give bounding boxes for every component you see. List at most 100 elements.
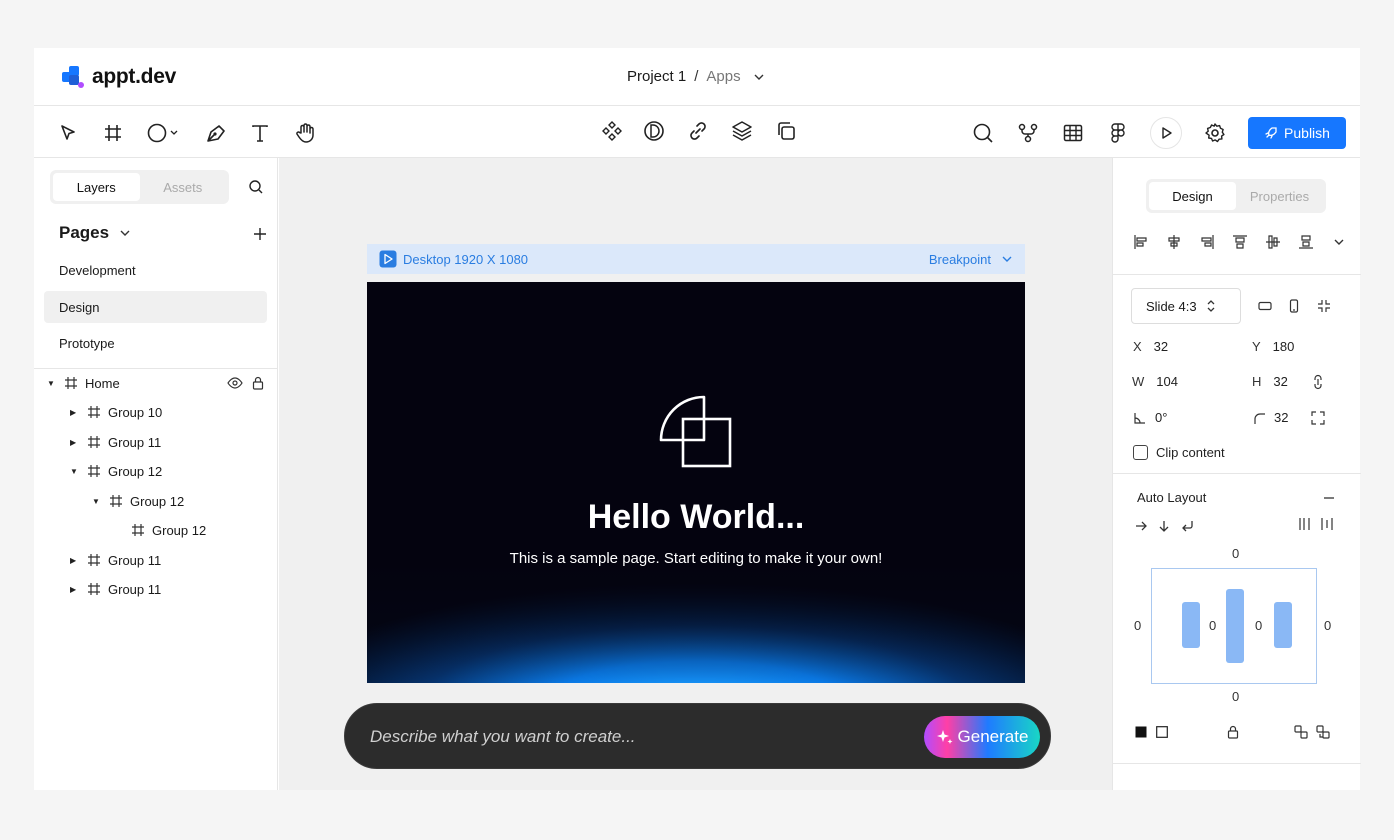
shrink-icon[interactable] bbox=[1310, 292, 1338, 320]
breadcrumb-section[interactable]: Apps bbox=[706, 68, 740, 85]
stroke-color-icon[interactable] bbox=[1152, 718, 1172, 746]
remove-auto-layout-icon[interactable] bbox=[1315, 484, 1343, 512]
lock-icon[interactable] bbox=[1223, 718, 1243, 746]
tree-row-group[interactable]: ▶ Group 11 bbox=[70, 578, 161, 600]
tree-label: Group 12 bbox=[130, 493, 185, 509]
spacing-icon[interactable] bbox=[1317, 510, 1337, 538]
padding-top[interactable]: 0 bbox=[1232, 546, 1239, 561]
search-icon[interactable] bbox=[242, 173, 270, 201]
align-left-icon[interactable] bbox=[1127, 228, 1155, 256]
align-right-icon[interactable] bbox=[1193, 228, 1221, 256]
caret-down-icon[interactable]: ▼ bbox=[92, 497, 102, 506]
contrast-icon[interactable] bbox=[640, 117, 668, 145]
add-page-icon[interactable] bbox=[246, 220, 274, 248]
frame-header[interactable]: Desktop 1920 X 1080 Breakpoint bbox=[367, 244, 1025, 274]
padding-left[interactable]: 0 bbox=[1134, 618, 1141, 633]
align-center-h-icon[interactable] bbox=[1160, 228, 1188, 256]
prompt-input[interactable]: Describe what you want to create... bbox=[370, 727, 636, 747]
w-field[interactable]: W 104 bbox=[1132, 374, 1178, 389]
breadcrumb-project[interactable]: Project 1 bbox=[627, 68, 686, 85]
tab-assets[interactable]: Assets bbox=[140, 173, 227, 201]
caret-right-icon[interactable]: ▶ bbox=[70, 408, 80, 417]
duplicate-icon[interactable] bbox=[772, 117, 800, 145]
chevron-down-icon[interactable] bbox=[753, 71, 765, 83]
rotation-field[interactable]: 0° bbox=[1133, 410, 1167, 425]
tree-row-group[interactable]: ▼ Group 12 bbox=[92, 490, 184, 512]
hero-subtext[interactable]: This is a sample page. Start editing to … bbox=[367, 550, 1025, 567]
tree-row-group[interactable]: ▶ Group 10 bbox=[70, 401, 162, 423]
independent-corners-icon[interactable] bbox=[1304, 404, 1332, 432]
portrait-icon[interactable] bbox=[1280, 292, 1308, 320]
pages-header[interactable]: Pages bbox=[59, 223, 131, 243]
x-field[interactable]: X 32 bbox=[1133, 339, 1168, 354]
search-icon[interactable] bbox=[969, 119, 997, 147]
unlink-layers-icon[interactable] bbox=[1313, 718, 1333, 746]
tab-properties[interactable]: Properties bbox=[1236, 182, 1323, 210]
align-center-v-icon[interactable] bbox=[1259, 228, 1287, 256]
caret-down-icon[interactable]: ▼ bbox=[70, 467, 80, 476]
frame-preset-select[interactable]: Slide 4:3 bbox=[1131, 288, 1241, 324]
settings-icon[interactable] bbox=[1201, 119, 1229, 147]
gap-value[interactable]: 0 bbox=[1255, 618, 1262, 633]
checkbox[interactable] bbox=[1133, 445, 1148, 460]
figma-icon[interactable] bbox=[1104, 119, 1132, 147]
component-icon[interactable] bbox=[598, 117, 626, 145]
page-item-prototype[interactable]: Prototype bbox=[44, 327, 267, 359]
text-icon[interactable] bbox=[246, 119, 274, 147]
arrow-right-icon[interactable] bbox=[1131, 512, 1151, 540]
design-frame[interactable]: Hello World... This is a sample page. St… bbox=[367, 282, 1025, 683]
padding-right[interactable]: 0 bbox=[1324, 618, 1331, 633]
breakpoint-label[interactable]: Breakpoint bbox=[929, 252, 991, 267]
tree-row-home[interactable]: ▼ Home bbox=[47, 372, 265, 394]
shape-icon[interactable] bbox=[146, 119, 184, 147]
wrap-icon[interactable] bbox=[1177, 512, 1197, 540]
link-icon[interactable] bbox=[684, 117, 712, 145]
constrain-proportions-icon[interactable] bbox=[1304, 368, 1332, 396]
arrow-down-icon[interactable] bbox=[1154, 512, 1174, 540]
play-icon[interactable] bbox=[1150, 117, 1182, 149]
chevron-down-icon[interactable] bbox=[1325, 228, 1353, 256]
landscape-icon[interactable] bbox=[1251, 292, 1279, 320]
y-field[interactable]: Y 180 bbox=[1252, 339, 1294, 354]
cursor-icon[interactable] bbox=[54, 119, 82, 147]
fill-color-icon[interactable] bbox=[1131, 718, 1151, 746]
eye-icon[interactable] bbox=[227, 376, 243, 390]
caret-right-icon[interactable]: ▶ bbox=[70, 438, 80, 447]
tree-row-group[interactable]: Group 12 bbox=[114, 519, 206, 541]
padding-bottom[interactable]: 0 bbox=[1232, 689, 1239, 704]
hero-heading[interactable]: Hello World... bbox=[367, 498, 1025, 537]
branch-icon[interactable] bbox=[1014, 119, 1042, 147]
auto-layout-preview[interactable]: 0 0 bbox=[1151, 568, 1317, 684]
page-item-design[interactable]: Design bbox=[44, 291, 267, 323]
canvas[interactable]: Desktop 1920 X 1080 Breakpoint Hello Wor… bbox=[279, 158, 1112, 790]
align-bottom-icon[interactable] bbox=[1292, 228, 1320, 256]
clip-content-checkbox[interactable]: Clip content bbox=[1133, 445, 1225, 460]
caret-right-icon[interactable]: ▶ bbox=[70, 585, 80, 594]
link-layers-icon[interactable] bbox=[1291, 718, 1311, 746]
gap-value[interactable]: 0 bbox=[1209, 618, 1216, 633]
generate-button[interactable]: Generate bbox=[924, 716, 1040, 758]
frame-icon bbox=[88, 554, 100, 566]
caret-right-icon[interactable]: ▶ bbox=[70, 556, 80, 565]
radius-field[interactable]: 32 bbox=[1252, 410, 1288, 425]
play-frame-icon[interactable] bbox=[379, 250, 397, 268]
hand-icon[interactable] bbox=[292, 119, 320, 147]
align-top-icon[interactable] bbox=[1226, 228, 1254, 256]
chevron-down-icon[interactable] bbox=[1001, 253, 1013, 265]
tab-layers[interactable]: Layers bbox=[53, 173, 140, 201]
tree-row-group[interactable]: ▼ Group 12 bbox=[70, 460, 162, 482]
frame-icon[interactable] bbox=[99, 119, 127, 147]
distribute-icon[interactable] bbox=[1295, 510, 1315, 538]
tab-design[interactable]: Design bbox=[1149, 182, 1236, 210]
layers-icon[interactable] bbox=[728, 117, 756, 145]
page-item-development[interactable]: Development bbox=[44, 254, 267, 286]
h-field[interactable]: H 32 bbox=[1252, 374, 1288, 389]
caret-down-icon[interactable]: ▼ bbox=[47, 379, 57, 388]
logo[interactable]: appt.dev bbox=[60, 64, 176, 90]
tree-row-group[interactable]: ▶ Group 11 bbox=[70, 549, 161, 571]
table-icon[interactable] bbox=[1059, 119, 1087, 147]
pen-icon[interactable] bbox=[202, 119, 230, 147]
publish-button[interactable]: Publish bbox=[1248, 117, 1346, 149]
lock-icon[interactable] bbox=[251, 376, 265, 390]
tree-row-group[interactable]: ▶ Group 11 bbox=[70, 431, 161, 453]
